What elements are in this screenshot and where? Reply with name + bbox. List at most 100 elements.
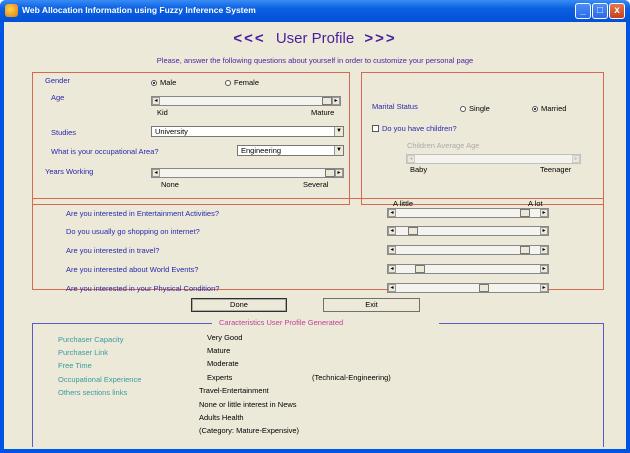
children-age-min-label: Baby [410, 165, 428, 174]
slider-thumb[interactable] [325, 169, 335, 177]
slider-left-arrow-icon[interactable]: ◂ [407, 155, 415, 163]
slider-right-arrow-icon[interactable]: ▸ [540, 284, 548, 292]
age-max-label: Mature [311, 108, 335, 117]
interest-max-label: A lot [528, 199, 543, 208]
years-slider[interactable]: ◂ ▸ [151, 168, 344, 178]
slider-thumb[interactable] [519, 246, 530, 254]
app-icon [5, 4, 18, 17]
generated-value: Experts [207, 373, 233, 382]
occupation-label: What is your occupational Area? [51, 147, 159, 156]
slider-right-arrow-icon[interactable]: ▸ [540, 246, 548, 254]
slider-left-arrow-icon[interactable]: ◂ [152, 97, 160, 105]
marital-married-radio[interactable]: Married [532, 104, 566, 113]
slider-left-arrow-icon[interactable]: ◂ [388, 209, 396, 217]
radio-dot-icon [460, 106, 466, 112]
slider-right-arrow-icon[interactable]: ▸ [572, 155, 580, 163]
interest-slider[interactable]: ◂ ▸ [387, 283, 549, 293]
slider-left-arrow-icon[interactable]: ◂ [388, 265, 396, 273]
slider-right-arrow-icon[interactable]: ▸ [540, 227, 548, 235]
gender-female-radio[interactable]: Female [225, 78, 259, 87]
generated-title: Caracteristics User Profile Generated [219, 318, 344, 327]
slider-right-arrow-icon[interactable]: ▸ [335, 169, 343, 177]
minimize-button[interactable]: _ [575, 3, 591, 19]
children-age-slider[interactable]: ◂ ▸ [406, 154, 581, 164]
interest-question-label: Are you interested in your Physical Cond… [66, 284, 220, 293]
slider-thumb[interactable] [519, 209, 530, 217]
years-label: Years Working [45, 167, 94, 176]
generated-value: Travel-Entertainment [199, 386, 269, 395]
generated-link-item: None or little interest in News [199, 400, 297, 409]
slider-thumb[interactable] [407, 227, 418, 235]
gender-male-radio[interactable]: Male [151, 78, 176, 87]
interest-question-label: Are you interested in Entertainment Acti… [66, 209, 219, 218]
generated-value: Moderate [207, 359, 239, 368]
interest-slider[interactable]: ◂ ▸ [387, 208, 549, 218]
gender-label: Gender [45, 76, 71, 85]
generated-value: Mature [207, 346, 231, 355]
app-window: Web Allocation Information using Fuzzy I… [0, 0, 630, 453]
slider-right-arrow-icon[interactable]: ▸ [332, 97, 340, 105]
children-checkbox[interactable]: Do you have children? [372, 124, 457, 133]
generated-label: Free Time [58, 361, 92, 370]
interest-question-label: Are you interested in travel? [66, 246, 160, 255]
interest-slider[interactable]: ◂ ▸ [387, 226, 549, 236]
slider-left-arrow-icon[interactable]: ◂ [388, 284, 396, 292]
studies-value: University [155, 127, 188, 136]
generated-extra: (Technical-Engineering) [312, 373, 391, 382]
slider-thumb[interactable] [478, 284, 489, 292]
age-slider[interactable]: ◂ ▸ [151, 96, 341, 106]
done-button[interactable]: Done [191, 298, 287, 312]
occupation-select[interactable]: Engineering ▼ [237, 145, 344, 156]
title-bar[interactable]: Web Allocation Information using Fuzzy I… [0, 0, 630, 22]
generated-label: Others sections links [58, 388, 128, 397]
marital-single-label: Single [469, 104, 490, 113]
children-age-label: Children Average Age [407, 141, 480, 150]
slider-thumb[interactable] [322, 97, 332, 105]
window-title: Web Allocation Information using Fuzzy I… [22, 5, 256, 15]
generated-link-item: (Category: Mature-Expensive) [199, 426, 300, 435]
generated-frame-top-right [439, 323, 604, 324]
generated-label: Occupational Experience [58, 375, 142, 384]
studies-select[interactable]: University ▼ [151, 126, 344, 137]
page-subtitle: Please, answer the following questions a… [156, 56, 474, 65]
generated-link-item: Adults Health [199, 413, 244, 422]
family-panel: Marital Status Single Married Do you hav… [361, 72, 604, 205]
maximize-button[interactable]: □ [592, 3, 608, 19]
page-header: <<< User Profile >>> [4, 30, 626, 47]
interest-question-label: Are you interested about World Events? [66, 265, 199, 274]
interest-question-label: Do you usually go shopping on internet? [66, 227, 200, 236]
close-button[interactable]: x [609, 3, 625, 19]
radio-dot-icon [532, 106, 538, 112]
interest-min-label: A little [393, 199, 414, 208]
slider-left-arrow-icon[interactable]: ◂ [388, 246, 396, 254]
next-arrows: >>> [364, 30, 397, 47]
children-age-max-label: Teenager [540, 165, 572, 174]
years-min-label: None [161, 180, 179, 189]
interest-slider[interactable]: ◂ ▸ [387, 245, 549, 255]
interest-slider[interactable]: ◂ ▸ [387, 264, 549, 274]
gender-male-label: Male [160, 78, 177, 87]
generated-frame-top-left [32, 323, 212, 324]
occupation-value: Engineering [241, 146, 282, 155]
slider-left-arrow-icon[interactable]: ◂ [388, 227, 396, 235]
age-label: Age [51, 93, 65, 102]
chevron-down-icon[interactable]: ▼ [334, 146, 343, 155]
children-label: Do you have children? [382, 124, 457, 133]
marital-single-radio[interactable]: Single [460, 104, 490, 113]
years-max-label: Several [303, 180, 329, 189]
chevron-down-icon[interactable]: ▼ [334, 127, 343, 136]
slider-right-arrow-icon[interactable]: ▸ [540, 265, 548, 273]
generated-label: Purchaser Capacity [58, 335, 124, 344]
marital-label: Marital Status [372, 102, 418, 111]
gender-female-label: Female [234, 78, 260, 87]
age-min-label: Kid [157, 108, 168, 117]
client-area: <<< User Profile >>> Please, answer the … [4, 22, 626, 449]
studies-label: Studies [51, 128, 77, 137]
exit-button[interactable]: Exit [323, 298, 420, 312]
slider-thumb[interactable] [415, 265, 426, 273]
marital-married-label: Married [541, 104, 567, 113]
slider-right-arrow-icon[interactable]: ▸ [540, 209, 548, 217]
profile-panel: Gender Male Female Age ◂ ▸ Kid Mature St… [32, 72, 350, 205]
slider-left-arrow-icon[interactable]: ◂ [152, 169, 160, 177]
radio-dot-icon [225, 80, 231, 86]
